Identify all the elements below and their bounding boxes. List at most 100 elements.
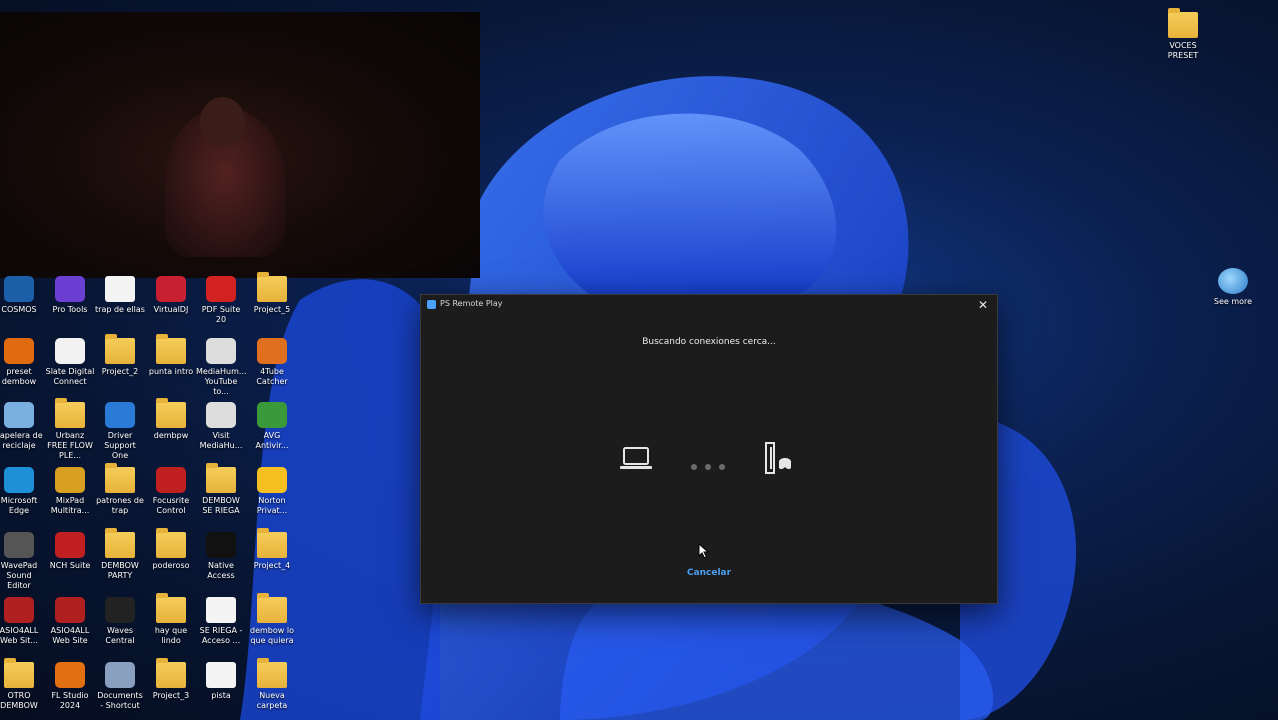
app-icon [4, 276, 34, 302]
desktop-icon[interactable]: ASIO4ALL Web Site [45, 597, 95, 646]
desktop-icon[interactable]: SE RIEGA - Acceso ... [196, 597, 246, 646]
desktop-icon[interactable]: DEMBOW PARTY [95, 528, 145, 581]
desktop-icon-label: Papelera de reciclaje [0, 431, 43, 450]
desktop-icon[interactable]: MediaHum... YouTube to... [196, 338, 247, 397]
desktop-icon-label: DEMBOW PARTY [101, 561, 139, 580]
cancel-button[interactable]: Cancelar [421, 568, 997, 578]
desktop-icon[interactable]: NCH Suite [45, 532, 95, 571]
desktop-icon-label: Driver Support One [104, 431, 136, 460]
app-icon [206, 338, 236, 364]
desktop-icon-label: Slate Digital Connect [45, 367, 95, 386]
desktop-icon-label: Microsoft Edge [0, 496, 38, 515]
desktop-icon[interactable]: trap de ellas [95, 276, 145, 315]
desktop-icon-label: COSMOS [1, 305, 37, 314]
desktop-icon[interactable]: Waves Central [95, 597, 145, 646]
desktop-icon[interactable]: preset dembow [0, 338, 44, 387]
desktop-icon[interactable]: MixPad Multitra... [45, 467, 95, 516]
desktop-icon[interactable]: Project_3 [146, 658, 196, 701]
desktop-icon[interactable]: Focusrite Control [146, 467, 196, 516]
desktop-icon-label: hay que lindo [154, 626, 188, 645]
desktop-icon[interactable]: hay que lindo [146, 593, 196, 646]
folder-icon [156, 593, 186, 623]
desktop-icon[interactable]: dembpw [146, 398, 196, 441]
desktop-icon[interactable]: punta intro [146, 334, 196, 377]
desktop-icon[interactable]: Project_5 [247, 272, 297, 315]
desktop-icon[interactable]: pista [196, 662, 246, 701]
desktop-icon[interactable]: Urbanz FREE FLOW PLE... [45, 398, 95, 461]
desktop-icon[interactable]: PDF Suite 20 [196, 276, 246, 325]
desktop-icon-see-more[interactable]: See more [1208, 268, 1258, 307]
desktop-icon-voces-preset[interactable]: VOCES PRESET [1158, 8, 1208, 61]
app-icon [257, 338, 287, 364]
desktop-icon-label: trap de ellas [95, 305, 145, 314]
app-icon [4, 338, 34, 364]
app-icon [105, 662, 135, 688]
desktop-icon[interactable]: DEMBOW SE RIEGA [196, 463, 246, 516]
desktop-icon[interactable]: patrones de trap [95, 463, 145, 516]
folder-icon [4, 658, 34, 688]
app-icon [55, 532, 85, 558]
desktop-icon[interactable]: poderoso [146, 528, 196, 571]
app-icon [105, 402, 135, 428]
desktop-icon[interactable]: WavePad Sound Editor [0, 532, 44, 591]
app-icon [257, 467, 287, 493]
desktop-icon[interactable]: Norton Privat... [247, 467, 297, 516]
desktop-icon[interactable]: Native Access [196, 532, 246, 581]
folder-icon [55, 398, 85, 428]
desktop-icon[interactable]: Visit MediaHu... [196, 402, 246, 451]
ps5-console-icon [765, 442, 791, 474]
desktop-icon[interactable]: AVG Antivir... [247, 402, 297, 451]
dialog-titlebar[interactable]: PS Remote Play ✕ [421, 295, 997, 315]
desktop-icon[interactable]: Nueva carpeta [247, 658, 297, 711]
folder-icon [156, 398, 186, 428]
folder-icon [105, 334, 135, 364]
desktop-icon[interactable]: dembow lo que quiera [247, 593, 297, 646]
app-icon [257, 402, 287, 428]
app-icon [156, 276, 186, 302]
desktop-icon-label: SE RIEGA - Acceso ... [199, 626, 243, 645]
desktop-icon-label: Project_4 [253, 561, 291, 570]
desktop-icon[interactable]: FL Studio 2024 [45, 662, 95, 711]
desktop-icon-label: Pro Tools [52, 305, 88, 314]
desktop-icon-label: Nueva carpeta [256, 691, 288, 710]
app-icon [4, 467, 34, 493]
media-file-icon [206, 662, 236, 688]
status-text: Buscando conexiones cerca... [642, 337, 776, 347]
desktop-icon[interactable]: COSMOS [0, 276, 44, 315]
desktop-icon[interactable]: OTRO DEMBOW [0, 658, 44, 711]
desktop-icon-label: AVG Antivir... [255, 431, 289, 450]
desktop-icon-label: PDF Suite 20 [201, 305, 241, 324]
desktop-icon-label: ASIO4ALL Web Sit... [0, 626, 39, 645]
folder-icon [257, 593, 287, 623]
desktop-icon[interactable]: Slate Digital Connect [45, 338, 95, 387]
connecting-dots-icon [687, 455, 729, 474]
desktop-icon[interactable]: VirtualDJ [146, 276, 196, 315]
folder-icon [257, 528, 287, 558]
media-file-icon [206, 597, 236, 623]
laptop-icon [620, 447, 652, 469]
folder-icon [105, 463, 135, 493]
desktop-icon-label: DEMBOW SE RIEGA [202, 496, 240, 515]
desktop-icon[interactable]: Papelera de reciclaje [0, 402, 44, 451]
desktop-icon-label: patrones de trap [96, 496, 144, 515]
desktop-icon-label: Urbanz FREE FLOW PLE... [47, 431, 93, 460]
folder-icon [105, 528, 135, 558]
desktop-icon-label: Focusrite Control [152, 496, 190, 515]
app-icon [206, 276, 236, 302]
desktop-icon[interactable]: Project_2 [95, 334, 145, 377]
desktop-icon[interactable]: Pro Tools [45, 276, 95, 315]
folder-icon [156, 528, 186, 558]
desktop-icon[interactable]: Driver Support One [95, 402, 145, 461]
globe-icon [1218, 268, 1248, 294]
desktop-icon[interactable]: Project_4 [247, 528, 297, 571]
desktop-icon-label: dembow lo que quiera [250, 626, 294, 645]
close-button[interactable]: ✕ [975, 297, 991, 313]
folder-icon [156, 658, 186, 688]
desktop-icon-label: Project_2 [101, 367, 139, 376]
desktop-icon-label: WavePad Sound Editor [0, 561, 38, 590]
desktop-icon[interactable]: ASIO4ALL Web Sit... [0, 597, 44, 646]
desktop-icon-label: ASIO4ALL Web Site [50, 626, 90, 645]
desktop-icon[interactable]: Documents - Shortcut [95, 662, 145, 711]
desktop-icon[interactable]: 4Tube Catcher [247, 338, 297, 387]
desktop-icon[interactable]: Microsoft Edge [0, 467, 44, 516]
